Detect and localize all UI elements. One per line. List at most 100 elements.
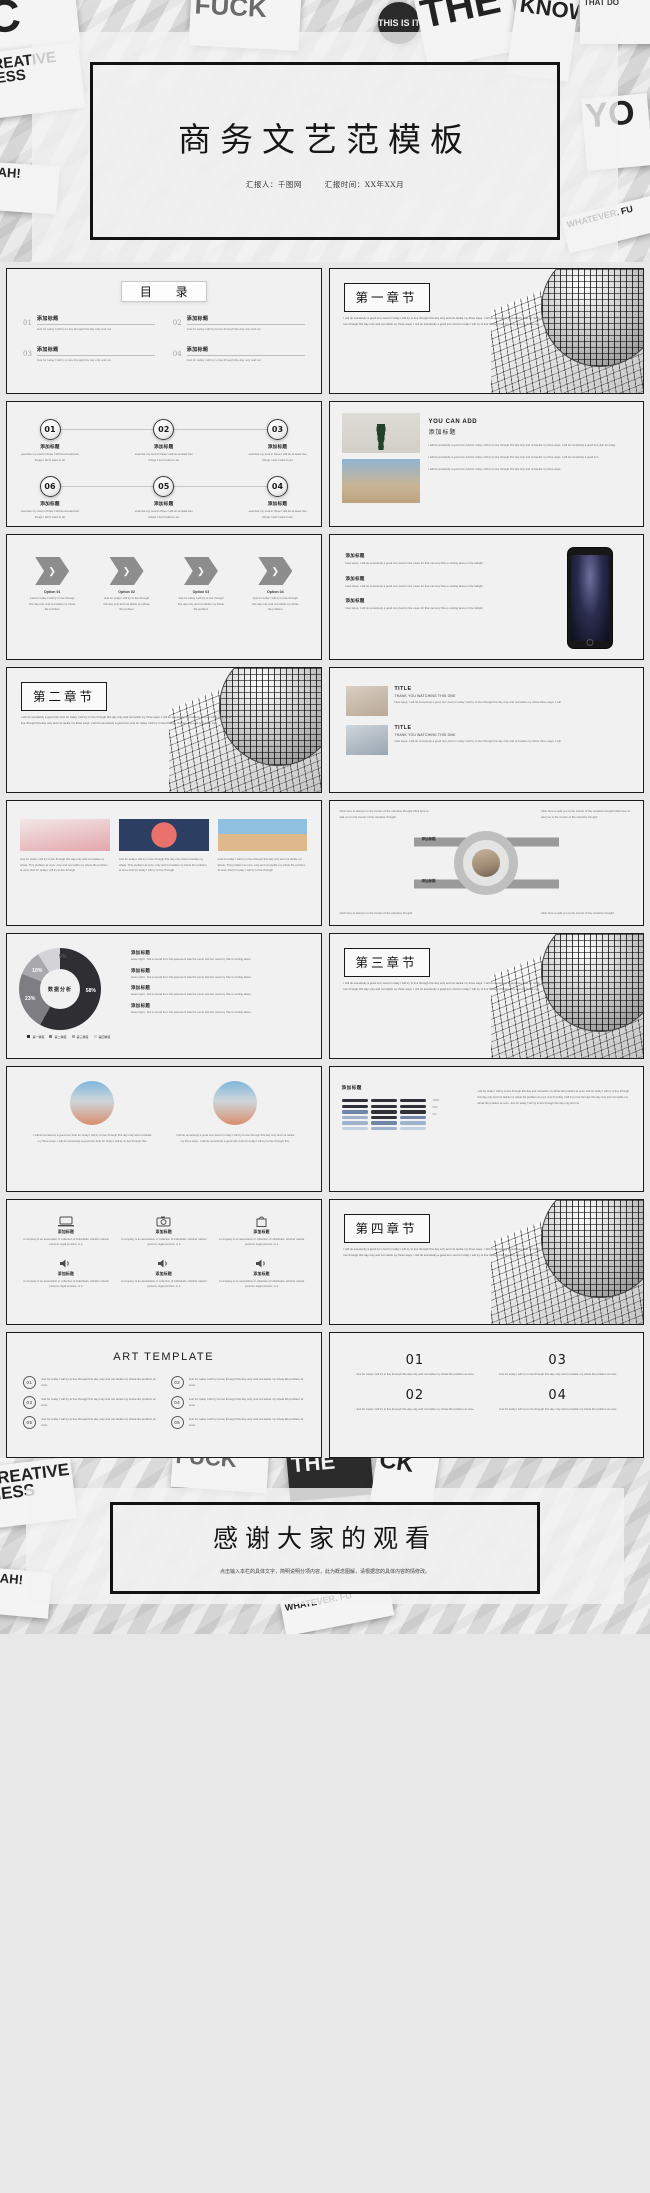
toc-item-heading: 添加标题 xyxy=(186,347,209,354)
paragraph: I will do somebody a good turn,Just for … xyxy=(428,443,616,447)
icon-card[interactable]: 添加标题 A company is an association or colle… xyxy=(21,1258,111,1290)
process-item[interactable]: 02 添加标题 exercise my soul in three I will d… xyxy=(135,419,193,463)
big-number-item[interactable]: 03 Just for today I will try to live thro… xyxy=(494,1353,621,1378)
icon-card[interactable]: 添加标题 A company is an association or colle… xyxy=(119,1258,209,1290)
closing-title: 感谢大家的观看 xyxy=(212,1524,437,1553)
process-item[interactable]: 03 添加标题 exercise my soul in three I will d… xyxy=(249,419,307,463)
phone-feature[interactable]: 添加标题 New ways, I will do somebody a good … xyxy=(346,576,490,590)
art-item[interactable]: 01 Just for today I will try to live thro… xyxy=(23,1376,157,1389)
arrow-list: ❯ Option 01 Just for today I will try to l… xyxy=(7,535,321,613)
slide-arrow-process[interactable]: ❯ Option 01 Just for today I will try to l… xyxy=(6,534,322,660)
process-row: 06 添加标题 exercise my soul in three I will d… xyxy=(21,476,307,520)
process-item[interactable]: 06 添加标题 exercise my soul in three I will d… xyxy=(21,476,79,520)
toc-item[interactable]: 02 添加标题 Just for today I will try to live… xyxy=(173,315,305,332)
slide-donut-chart[interactable]: 58% 23% 10% 9% 数据分析 第一季度 第二季度 第三季度 第四季度 … xyxy=(6,933,322,1059)
megaphone-icon xyxy=(217,1258,307,1269)
thumb-row[interactable]: TITLE THANK YOU WATCHING THIS ONE New ways… xyxy=(345,686,628,716)
process-heading: 添加标题 xyxy=(153,444,174,449)
round-list: I will do somebody a good turn,Just for … xyxy=(7,1067,321,1144)
slide-process-circles[interactable]: 01 添加标题 exercise my soul in three I will d… xyxy=(6,401,322,527)
slide-three-cards[interactable]: Just for today I will try to live throug… xyxy=(6,800,322,926)
arrow-item[interactable]: ❯ Option 04 Just for today I will try to l… xyxy=(251,557,299,613)
arrow-item[interactable]: ❯ Option 02 Just for today I will try to l… xyxy=(103,557,151,613)
closing-subtitle: 点击输入本栏的具体文字，简明说明分项内容，此为概念图解，请根据您的具体内容酌情修… xyxy=(219,1569,430,1575)
phone-feature[interactable]: 添加标题 New ways, I will do somebody a good … xyxy=(346,598,490,612)
slide-image-text[interactable]: YOU CAN ADD 添加标题 I will do somebody a go… xyxy=(328,401,644,527)
round-item[interactable]: I will do somebody a good turn,Just for … xyxy=(33,1081,152,1144)
slide-central-hub[interactable]: 添加标题 添加标题 Click here to add you to the C… xyxy=(328,800,644,926)
photo-toy xyxy=(341,459,420,503)
slide-chapter-1[interactable]: 第一章节 I will do somebody a good turn,Just… xyxy=(328,268,644,394)
toc-item[interactable]: 01 添加标题 Just for today I will try to live… xyxy=(23,315,155,332)
card-text: Just for today I will try to live throug… xyxy=(118,857,207,873)
legend-item: 第一季度 xyxy=(27,1035,44,1039)
slide-chapter-4[interactable]: 第四章节 I will do somebody a good turn,Just… xyxy=(328,1199,644,1325)
slide-round-photos[interactable]: I will do somebody a good turn,Just for … xyxy=(6,1066,322,1192)
slide-icon-cards[interactable]: 添加标题 A company is an association or colle… xyxy=(6,1199,322,1325)
legend-label: 第三季度 xyxy=(76,1035,89,1039)
process-heading: 添加标题 xyxy=(267,444,288,449)
icon-card[interactable]: 添加标题 A company is an association or colle… xyxy=(21,1216,111,1248)
slide-chapter-2[interactable]: 第二章节 I will do somebody a good turn,Just… xyxy=(6,667,322,793)
slides-grid: 目 录 01 添加标题 Just for today I will try to … xyxy=(0,262,650,1458)
slide-big-numbers[interactable]: 01 Just for today I will try to live thro… xyxy=(328,1332,644,1458)
arrow-item[interactable]: ❯ Option 01 Just for today I will try to l… xyxy=(28,557,76,613)
process-item[interactable]: 01 添加标题 exercise my soul in three I will d… xyxy=(21,419,79,463)
process-item[interactable]: 04 添加标题 exercise my soul in three I will d… xyxy=(249,476,307,520)
art-item[interactable]: 05 Just for today I will try to live thro… xyxy=(23,1416,157,1429)
toc-item[interactable]: 04 添加标题 Just for today I will try to live… xyxy=(173,346,305,363)
slide-phone-mockup[interactable]: 添加标题 New ways, I will do somebody a good … xyxy=(328,534,644,660)
bar-column xyxy=(370,1099,397,1131)
chart-note[interactable]: 添加标题 leave night , Not a sound from the p… xyxy=(131,985,309,998)
home-button-icon[interactable] xyxy=(586,639,594,646)
hub-tag: 添加标题 xyxy=(421,879,436,883)
feature-text: New ways, I will do somebody a good turn… xyxy=(345,606,483,611)
art-item[interactable]: 03 Just for today I will try to live thro… xyxy=(23,1396,157,1409)
phone-feature[interactable]: 添加标题 New ways, I will do somebody a good … xyxy=(346,553,490,567)
arrow-item[interactable]: ❯ Option 03 Just for today I will try to l… xyxy=(177,557,225,613)
toc-item[interactable]: 03 添加标题 Just for today I will try to live… xyxy=(23,346,155,363)
note-text: leave night , Not a sound from the pavem… xyxy=(131,992,251,997)
mesh-sphere-decoration xyxy=(168,668,321,792)
mesh-sphere-decoration xyxy=(491,1200,644,1324)
icon-heading: 添加标题 xyxy=(57,1230,75,1234)
icon-heading: 添加标题 xyxy=(57,1271,75,1276)
chart-note[interactable]: 添加标题 leave night , Not a sound from the p… xyxy=(131,1003,309,1016)
art-text: Just for today I will try to live throug… xyxy=(41,1416,156,1427)
slide-table-of-contents[interactable]: 目 录 01 添加标题 Just for today I will try to … xyxy=(6,268,322,394)
art-item[interactable]: 06 Just for today I will try to live thro… xyxy=(170,1416,305,1429)
chapter-title-box: 第一章节 xyxy=(343,283,430,312)
art-badge: 05 xyxy=(23,1416,36,1429)
big-number-item[interactable]: 04 Just for today I will try to live thro… xyxy=(494,1388,621,1413)
big-number-item[interactable]: 01 Just for today I will try to live thro… xyxy=(352,1353,479,1378)
legend-item: 第二季度 xyxy=(49,1035,67,1039)
photo-card[interactable]: Just for today I will try to live throug… xyxy=(118,819,209,874)
slide-title-thumbnails[interactable]: TITLE THANK YOU WATCHING THIS ONE New ways… xyxy=(328,667,644,793)
photo-card[interactable]: Just for today I will try to live throug… xyxy=(20,819,110,874)
photo-card[interactable]: Just for today I will try to live throug… xyxy=(217,819,308,874)
process-circles: 01 添加标题 exercise my soul in three I will d… xyxy=(7,402,321,521)
big-number-item[interactable]: 02 Just for today I will try to live thro… xyxy=(352,1388,479,1413)
toc-item-text: Just for today I will try to live throug… xyxy=(36,357,111,362)
hub-tag: 添加标题 xyxy=(421,837,436,841)
round-item[interactable]: I will do somebody a good turn,Just for … xyxy=(176,1081,295,1144)
chapter-title: 第三章节 xyxy=(355,955,418,970)
process-item[interactable]: 05 添加标题 exercise my soul in three I will d… xyxy=(135,476,193,520)
art-item[interactable]: 04 Just for today I will try to live thro… xyxy=(170,1396,305,1409)
row-subtitle: THANK YOU WATCHING THIS ONE xyxy=(394,694,456,698)
chapter-paragraph: I will do somebody a good turn,Just for … xyxy=(343,317,554,326)
toc-item-number: 04 xyxy=(172,350,182,359)
chart-note[interactable]: 添加标题 leave night , Not a sound from the p… xyxy=(131,968,309,981)
thumb-row[interactable]: TITLE THANK YOU WATCHING THIS ONE New ways… xyxy=(345,725,628,755)
slide-art-template[interactable]: ART TEMPLATE 01 Just for today I will try… xyxy=(6,1332,322,1458)
icon-card[interactable]: 添加标题 A company is an association or colle… xyxy=(119,1216,209,1248)
note-heading: 添加标题 xyxy=(131,950,151,955)
icon-card[interactable]: 添加标题 A company is an association or colle… xyxy=(217,1216,307,1248)
chart-note[interactable]: 添加标题 leave night , Not a sound from the p… xyxy=(131,950,309,963)
art-text: Just for today I will try to live throug… xyxy=(188,1376,304,1387)
round-photo xyxy=(213,1081,258,1125)
slide-chapter-3[interactable]: 第三章节 I will do somebody a good turn,Just… xyxy=(328,933,644,1059)
icon-card[interactable]: 添加标题 A company is an association or colle… xyxy=(217,1258,307,1290)
slide-bar-chart[interactable]: 添加标题 100% 50% 0% Just for today I will t… xyxy=(328,1066,644,1192)
art-item[interactable]: 02 Just for today I will try to live thro… xyxy=(170,1376,305,1389)
